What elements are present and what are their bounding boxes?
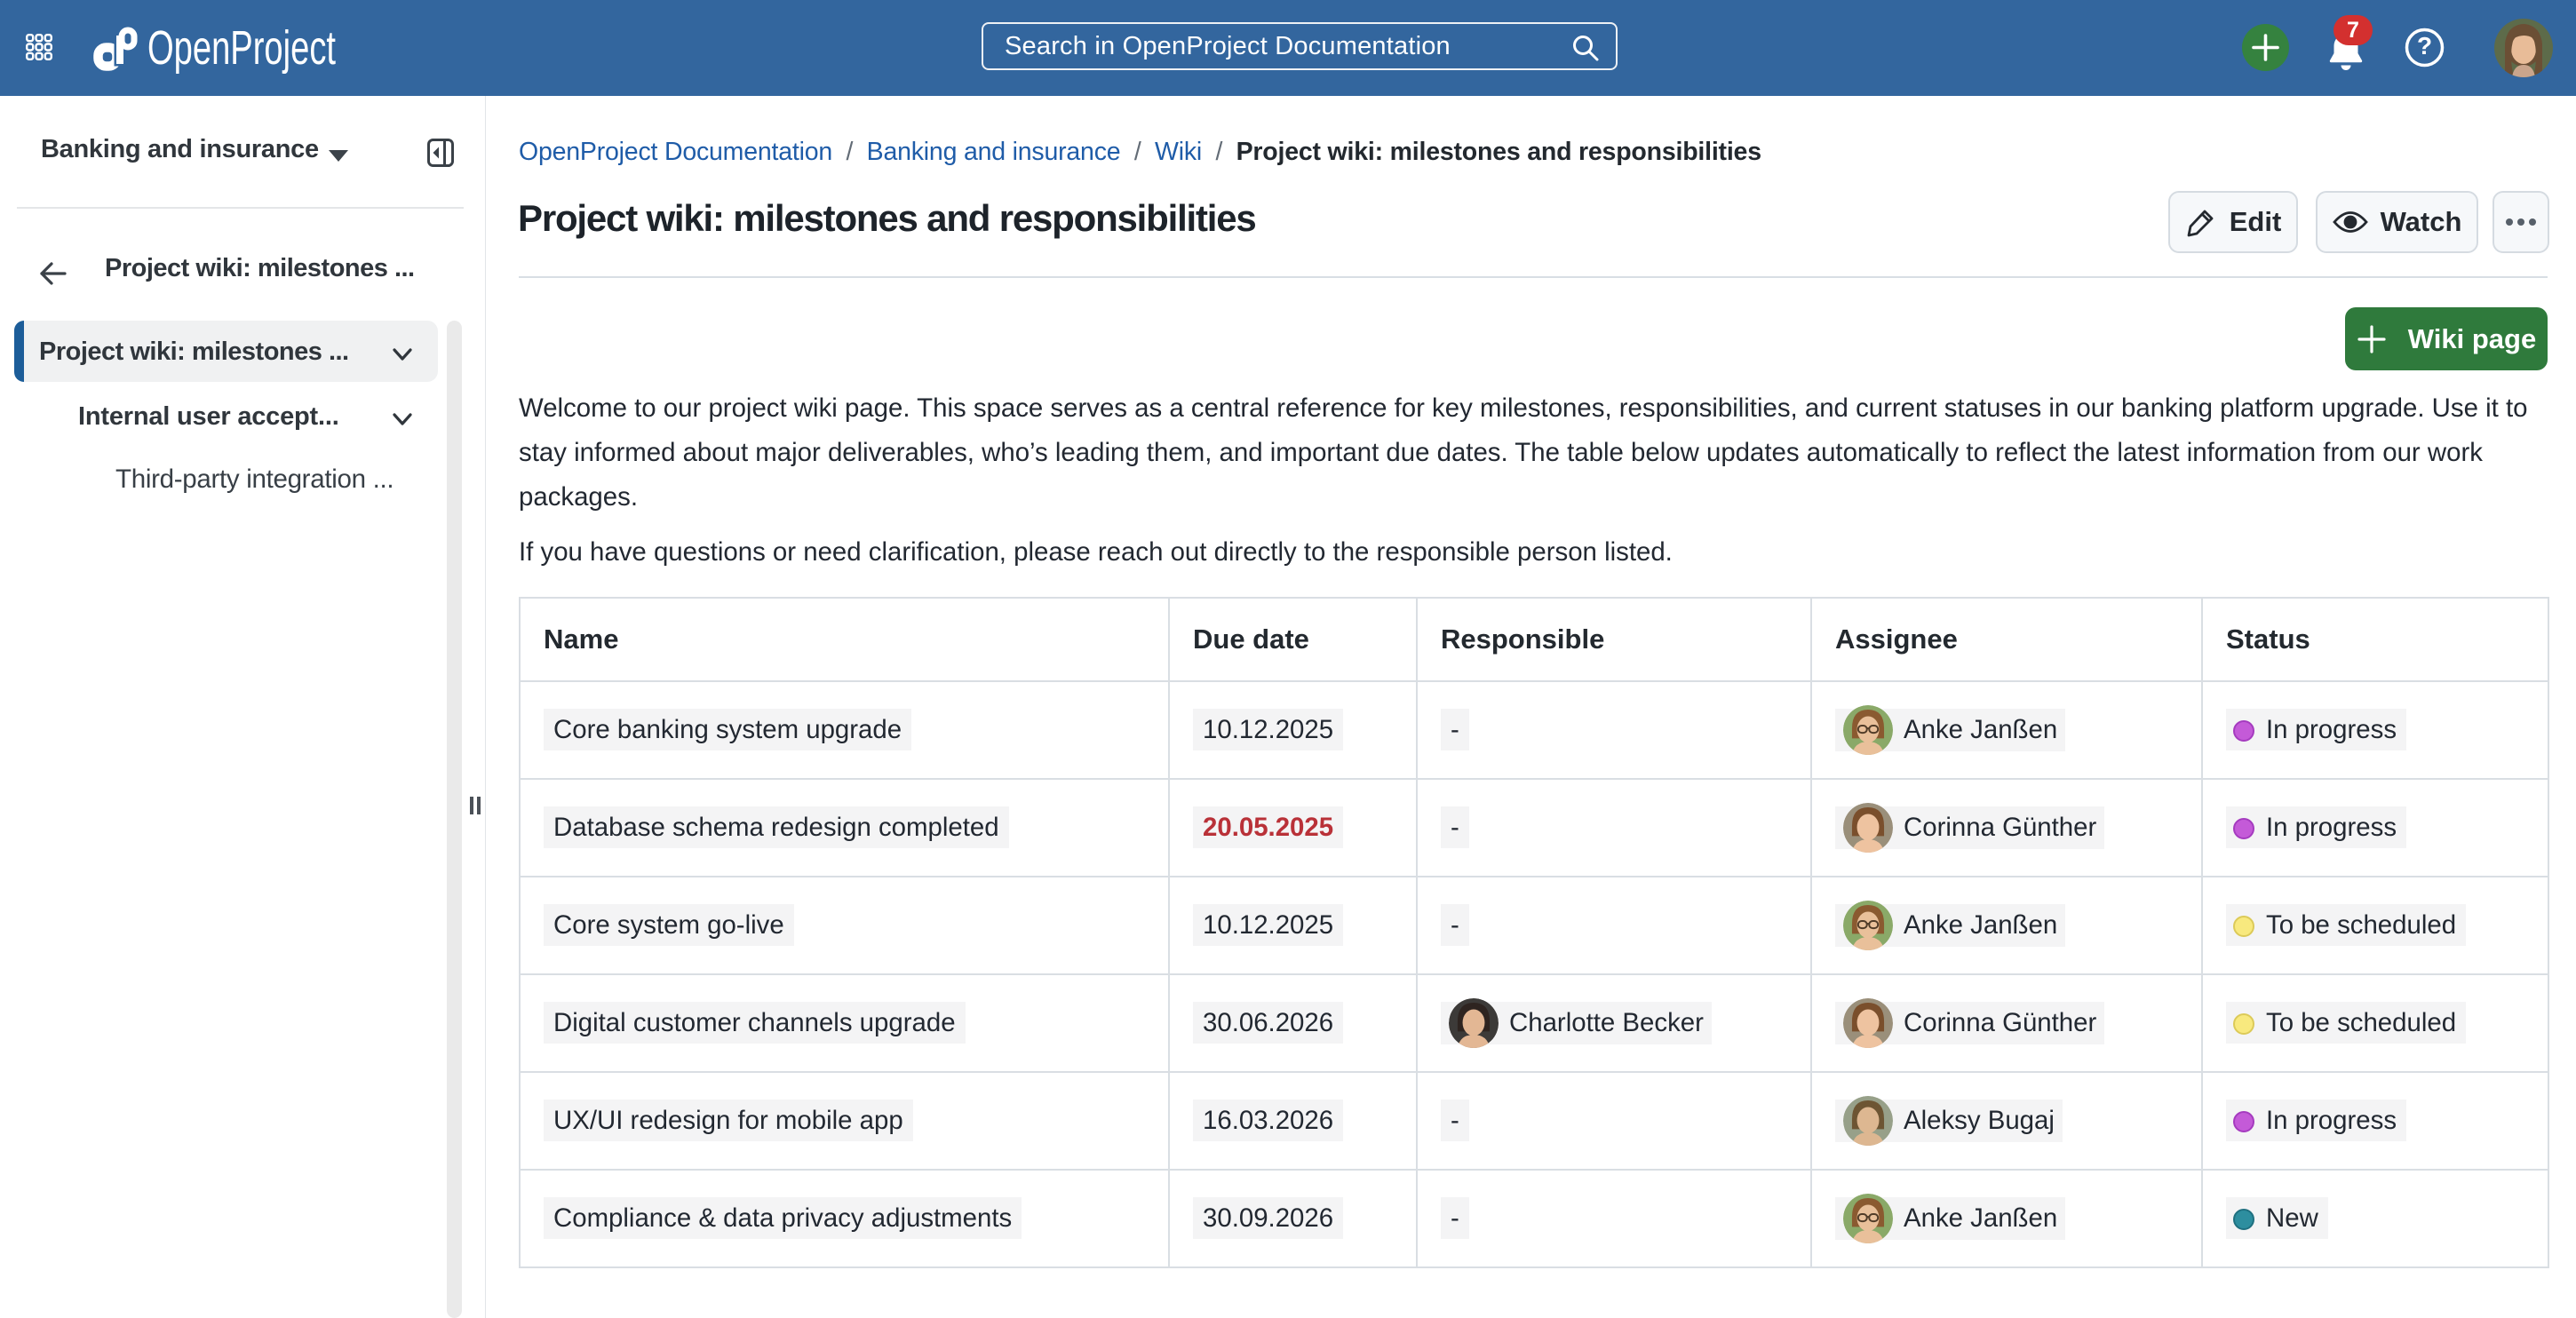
svg-text:OpenProject: OpenProject — [147, 21, 336, 75]
